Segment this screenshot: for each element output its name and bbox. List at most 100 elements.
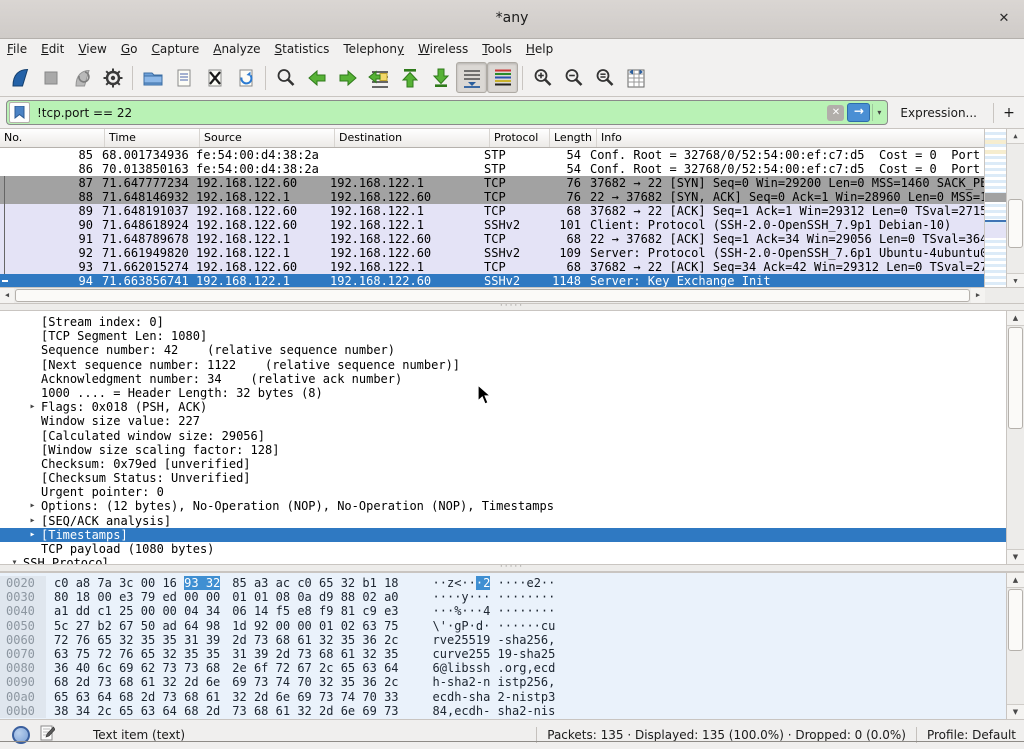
column-header-length[interactable]: Length xyxy=(550,129,597,147)
detail-line[interactable]: Checksum: 0x79ed [unverified] xyxy=(0,457,1006,471)
display-filter-box[interactable]: ✕ → ▾ xyxy=(6,100,888,125)
go-to-top-icon[interactable] xyxy=(394,62,425,93)
bytes-vscrollbar[interactable]: ▲ ▼ xyxy=(1006,573,1024,719)
packet-row-92[interactable]: 9271.661949820192.168.122.1192.168.122.6… xyxy=(0,246,985,260)
filter-apply-icon[interactable]: → xyxy=(847,103,870,122)
zoom-out-icon[interactable] xyxy=(558,62,589,93)
hex-row-0090[interactable]: 009068 2d 73 68 61 32 2d 6e69 73 74 70 3… xyxy=(0,675,1006,689)
menu-tools[interactable]: Tools xyxy=(475,39,519,59)
menu-statistics[interactable]: Statistics xyxy=(268,39,337,59)
detail-line[interactable]: ▸Flags: 0x018 (PSH, ACK) xyxy=(0,400,1006,414)
go-back-icon[interactable] xyxy=(301,62,332,93)
packet-list-vscrollbar[interactable]: ▲ ▼ xyxy=(1006,129,1024,288)
detail-line[interactable]: [TCP Segment Len: 1080] xyxy=(0,329,1006,343)
menu-help[interactable]: Help xyxy=(519,39,560,59)
scroll-up-icon[interactable]: ▲ xyxy=(1007,129,1024,144)
stop-capture-icon[interactable] xyxy=(35,62,66,93)
go-to-packet-icon[interactable] xyxy=(363,62,394,93)
hex-row-0030[interactable]: 003080 18 00 e3 79 ed 00 0001 01 08 0a d… xyxy=(0,590,1006,604)
scroll-up-icon[interactable]: ▲ xyxy=(1007,573,1024,588)
detail-line[interactable]: ▸[SEQ/ACK analysis] xyxy=(0,514,1006,528)
packet-row-93[interactable]: 9371.662015274192.168.122.60192.168.122.… xyxy=(0,260,985,274)
detail-line[interactable]: ▾SSH Protocol xyxy=(0,556,1006,564)
packet-row-88[interactable]: 8871.648146932192.168.122.1192.168.122.6… xyxy=(0,190,985,204)
scrollbar-thumb[interactable] xyxy=(1008,327,1023,429)
open-file-icon[interactable] xyxy=(137,62,168,93)
profile-label[interactable]: Profile: Default xyxy=(927,728,1016,742)
scroll-left-icon[interactable]: ◀ xyxy=(0,288,14,303)
detail-line[interactable]: 1000 .... = Header Length: 32 bytes (8) xyxy=(0,386,1006,400)
collapsed-chevron-icon[interactable]: ▸ xyxy=(24,528,41,542)
detail-line[interactable]: ▸Options: (12 bytes), No-Operation (NOP)… xyxy=(0,499,1006,513)
restart-capture-icon[interactable] xyxy=(66,62,97,93)
go-forward-icon[interactable] xyxy=(332,62,363,93)
detail-line[interactable]: [Stream index: 0] xyxy=(0,315,1006,329)
menu-telephony[interactable]: Telephony xyxy=(336,39,411,59)
menu-go[interactable]: Go xyxy=(114,39,145,59)
menu-view[interactable]: View xyxy=(71,39,113,59)
pane-splitter[interactable]: ····· xyxy=(0,303,1024,311)
find-packet-icon[interactable] xyxy=(270,62,301,93)
intelligent-scrollbar-minimap[interactable] xyxy=(984,129,1007,288)
column-header-no[interactable]: No. xyxy=(0,129,105,147)
zoom-in-icon[interactable] xyxy=(527,62,558,93)
menu-capture[interactable]: Capture xyxy=(144,39,206,59)
hex-row-00a0[interactable]: 00a065 63 64 68 2d 73 68 6132 2d 6e 69 7… xyxy=(0,690,1006,704)
packet-list-hscrollbar[interactable]: ◀ ▶ xyxy=(0,287,985,303)
colorize-icon[interactable] xyxy=(487,62,518,93)
hex-row-0060[interactable]: 006072 76 65 32 35 35 31 392d 73 68 61 3… xyxy=(0,633,1006,647)
close-file-icon[interactable] xyxy=(199,62,230,93)
detail-line[interactable]: [Window size scaling factor: 128] xyxy=(0,443,1006,457)
details-vscrollbar[interactable]: ▲ ▼ xyxy=(1006,311,1024,564)
packet-row-85[interactable]: 8568.001734936fe:54:00:d4:38:2aSTP54Conf… xyxy=(0,148,985,162)
close-icon[interactable]: ✕ xyxy=(994,9,1014,29)
expanded-chevron-icon[interactable]: ▾ xyxy=(6,556,23,564)
packet-row-87[interactable]: 8771.647777234192.168.122.60192.168.122.… xyxy=(0,176,985,190)
packet-row-86[interactable]: 8670.013850163fe:54:00:d4:38:2aSTP54Conf… xyxy=(0,162,985,176)
start-capture-icon[interactable] xyxy=(4,62,35,93)
menu-edit[interactable]: Edit xyxy=(34,39,71,59)
detail-line[interactable]: Acknowledgment number: 34 (relative ack … xyxy=(0,372,1006,386)
auto-scroll-icon[interactable] xyxy=(456,62,487,93)
packet-row-90[interactable]: 9071.648618924192.168.122.60192.168.122.… xyxy=(0,218,985,232)
zoom-original-icon[interactable] xyxy=(589,62,620,93)
scroll-up-icon[interactable]: ▲ xyxy=(1007,311,1024,326)
filter-history-chevron-icon[interactable]: ▾ xyxy=(872,104,885,121)
menu-analyze[interactable]: Analyze xyxy=(206,39,267,59)
go-to-bottom-icon[interactable] xyxy=(425,62,456,93)
column-header-time[interactable]: Time xyxy=(105,129,200,147)
detail-line[interactable]: Sequence number: 42 (relative sequence n… xyxy=(0,343,1006,357)
detail-line[interactable]: ▸[Timestamps] xyxy=(0,528,1006,542)
detail-line[interactable]: [Next sequence number: 1122 (relative se… xyxy=(0,358,1006,372)
hex-row-0050[interactable]: 00505c 27 b2 67 50 ad 64 981d 92 00 00 0… xyxy=(0,619,1006,633)
hex-row-0080[interactable]: 008036 40 6c 69 62 73 73 682e 6f 72 67 2… xyxy=(0,661,1006,675)
scrollbar-thumb[interactable] xyxy=(15,289,970,302)
menu-file[interactable]: File xyxy=(0,39,34,59)
pane-splitter[interactable]: ····· xyxy=(0,564,1024,572)
scrollbar-thumb[interactable] xyxy=(1008,589,1023,651)
add-filter-button[interactable]: + xyxy=(1000,105,1018,121)
packet-row-89[interactable]: 8971.648191037192.168.122.60192.168.122.… xyxy=(0,204,985,218)
column-header-protocol[interactable]: Protocol xyxy=(490,129,550,147)
collapsed-chevron-icon[interactable]: ▸ xyxy=(24,400,41,414)
scroll-down-icon[interactable]: ▼ xyxy=(1007,549,1024,564)
resize-columns-icon[interactable] xyxy=(620,62,651,93)
filter-bookmark-icon[interactable] xyxy=(9,102,30,123)
scroll-down-icon[interactable]: ▼ xyxy=(1007,273,1024,288)
hex-row-0070[interactable]: 007063 75 72 76 65 32 35 3531 39 2d 73 6… xyxy=(0,647,1006,661)
column-header-info[interactable]: Info xyxy=(597,129,985,147)
scrollbar-thumb[interactable] xyxy=(1008,199,1023,248)
capture-options-icon[interactable] xyxy=(97,62,128,93)
detail-line[interactable]: [Checksum Status: Unverified] xyxy=(0,471,1006,485)
column-header-source[interactable]: Source xyxy=(200,129,335,147)
collapsed-chevron-icon[interactable]: ▸ xyxy=(24,499,41,513)
display-filter-input[interactable] xyxy=(35,100,827,125)
column-header-destination[interactable]: Destination xyxy=(335,129,490,147)
filter-clear-icon[interactable]: ✕ xyxy=(827,105,844,121)
reload-file-icon[interactable] xyxy=(230,62,261,93)
hex-row-00b0[interactable]: 00b038 34 2c 65 63 64 68 2d73 68 61 32 2… xyxy=(0,704,1006,718)
hex-row-0040[interactable]: 0040a1 dd c1 25 00 00 04 3406 14 f5 e8 f… xyxy=(0,604,1006,618)
hex-row-0020[interactable]: 0020c0 a8 7a 3c 00 16 93 3285 a3 ac c0 6… xyxy=(0,576,1006,590)
scroll-right-icon[interactable]: ▶ xyxy=(971,288,985,303)
capture-comment-icon[interactable] xyxy=(40,725,55,744)
